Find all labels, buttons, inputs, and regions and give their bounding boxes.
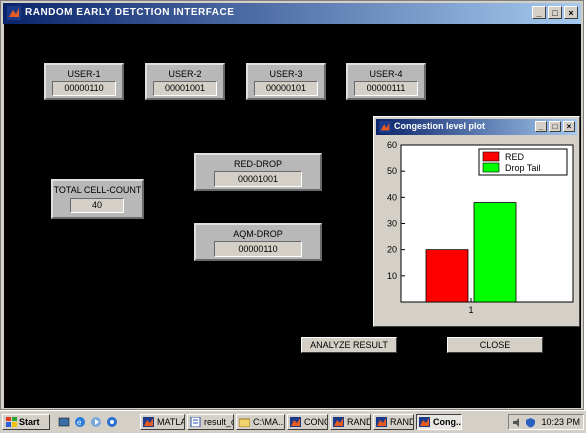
congestion-plot-window[interactable]: Congestion level plot _ □ × 10 20 30 40 50 60… [373,116,580,327]
main-window: RANDOM EARLY DETCTION INTERFACE _ □ × US… [0,0,584,410]
matlab-icon [290,417,301,427]
quick-launch-bar: e [54,414,134,430]
plot-title-bar[interactable]: Congestion level plot _ □ × [376,119,577,135]
show-desktop-icon[interactable] [58,416,70,428]
volume-icon[interactable] [512,417,523,428]
user-2-value[interactable]: 00001001 [153,81,217,96]
document-icon [190,417,201,427]
user-1-label: USER-1 [67,69,101,79]
internet-explorer-icon[interactable]: e [74,416,86,428]
user-2-label: USER-2 [168,69,202,79]
y-tick-label: 60 [387,140,397,150]
system-tray: 10:23 PM [508,414,584,430]
taskbar-item-label: CONG... [304,417,327,427]
user-4-value[interactable]: 00000111 [354,81,418,96]
user-3-label: USER-3 [269,69,303,79]
window-title: RANDOM EARLY DETCTION INTERFACE [25,7,235,18]
user-2-panel: USER-2 00001001 [145,63,225,100]
plot-window-title: Congestion level plot [394,121,486,131]
red-drop-label: RED-DROP [233,159,282,169]
user-3-value[interactable]: 00000101 [254,81,318,96]
taskbar-item[interactable]: C:\MA... [236,414,285,430]
taskbar-item[interactable]: RAND... [373,414,414,430]
folder-icon [239,418,250,427]
legend-swatch [482,162,500,173]
security-shield-icon[interactable] [525,417,536,428]
congestion-bar-chart: 10 20 30 40 50 60 1 REDDrop Tail [387,140,574,315]
bar-red [425,249,469,303]
title-bar[interactable]: RANDOM EARLY DETCTION INTERFACE _ □ × [3,3,581,24]
close-window-button[interactable]: × [564,6,578,19]
user-3-panel: USER-3 00000101 [246,63,326,100]
legend-label: Drop Tail [505,163,540,173]
clock: 10:23 PM [541,417,580,427]
close-button[interactable]: CLOSE [447,337,543,353]
user-4-panel: USER-4 00000111 [346,63,426,100]
user-1-value[interactable]: 00000110 [52,81,116,96]
windows-logo-icon [6,417,17,427]
taskbar: Start e MATLAB result_c... C:\MA... CONG...… [0,410,586,433]
aqm-drop-panel: AQM-DROP 00000110 [194,223,322,261]
matlab-logo-icon [379,121,391,133]
total-cell-count-panel: TOTAL CELL-COUNT 40 [51,179,144,219]
svg-text:e: e [77,418,82,427]
y-tick-label: 40 [387,192,397,202]
start-label: Start [19,417,40,427]
taskbar-item[interactable]: RAND... [330,414,371,430]
y-tick-label: 50 [387,166,397,176]
taskbar-item-label: C:\MA... [253,417,285,427]
matlab-icon [143,417,154,427]
y-tick-label: 30 [387,219,397,229]
user-4-label: USER-4 [369,69,403,79]
taskbar-item-label: MATLAB [157,417,184,427]
taskbar-item[interactable]: MATLAB [140,414,185,430]
browser-icon[interactable] [106,416,118,428]
taskbar-item-label: RAND... [390,417,413,427]
plot-close-button[interactable]: × [563,121,575,132]
media-player-icon[interactable] [90,416,102,428]
taskbar-item[interactable]: CONG... [287,414,328,430]
total-cell-count-label: TOTAL CELL-COUNT [53,185,142,195]
taskbar-item-label: RAND... [347,417,370,427]
minimize-button[interactable]: _ [532,6,546,19]
x-tick-label: 1 [468,305,473,315]
legend-swatch [482,151,500,162]
analyze-result-button[interactable]: ANALYZE RESULT [301,337,397,353]
red-drop-panel: RED-DROP 00001001 [194,153,322,191]
maximize-button[interactable]: □ [548,6,562,19]
bar-drop-tail [473,202,517,303]
red-drop-value[interactable]: 00001001 [214,171,302,187]
user-1-panel: USER-1 00000110 [44,63,124,100]
plot-minimize-button[interactable]: _ [535,121,547,132]
y-tick-label: 20 [387,245,397,255]
total-cell-count-value[interactable]: 40 [70,198,124,213]
matlab-icon [376,417,387,427]
matlab-logo-icon [7,6,21,20]
matlab-icon [419,417,430,427]
start-button[interactable]: Start [2,414,50,430]
taskbar-item[interactable]: result_c... [187,414,234,430]
matlab-icon [333,417,344,427]
aqm-drop-label: AQM-DROP [233,229,283,239]
taskbar-item-label: Cong... [433,417,462,427]
plot-maximize-button[interactable]: □ [549,121,561,132]
taskbar-item[interactable]: Cong... [416,414,462,430]
taskbar-item-label: result_c... [204,417,233,427]
legend-label: RED [505,152,525,162]
y-tick-label: 10 [387,271,397,281]
aqm-drop-value[interactable]: 00000110 [214,241,302,257]
